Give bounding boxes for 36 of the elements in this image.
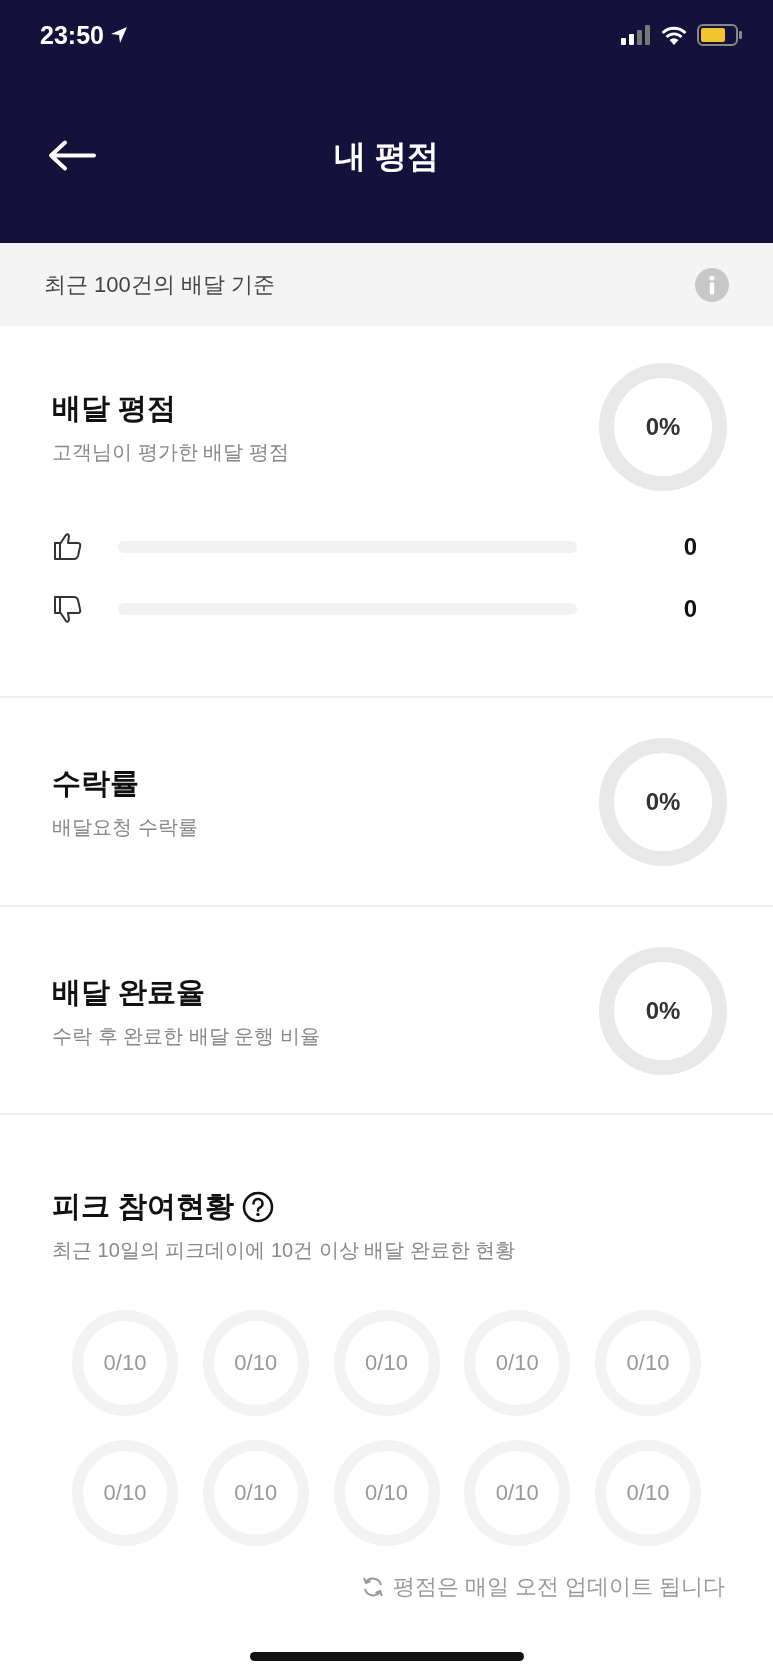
ring-value: 0% [645, 997, 681, 1025]
location-icon [109, 26, 128, 44]
thumbs-down-icon[interactable] [52, 593, 84, 625]
peak-count: 0/10 [626, 1480, 670, 1506]
page-title: 내 평점 [334, 136, 439, 176]
section-title: 피크 참여현황 [52, 1189, 235, 1224]
section-title: 배달 완료율 [52, 974, 207, 1010]
basis-text: 최근 100건의 배달 기준 [44, 270, 276, 299]
peak-count: 0/10 [626, 1350, 670, 1376]
section-subtitle: 고객님이 평가한 배달 평점 [52, 439, 289, 465]
thumbs-up-icon[interactable] [52, 531, 84, 563]
section-subtitle: 수락 후 완료한 배달 운행 비율 [52, 1023, 320, 1049]
wifi-icon [661, 25, 687, 45]
back-arrow-icon [48, 139, 96, 171]
peak-count: 0/10 [365, 1350, 408, 1376]
section-title: 배달 평점 [52, 390, 178, 426]
section-subtitle: 배달요청 수락률 [52, 814, 198, 840]
ring-value: 0% [645, 413, 681, 441]
section-title: 수락률 [52, 765, 140, 801]
vote-count: 0 [682, 595, 698, 623]
signal-icon [621, 25, 651, 45]
peak-count: 0/10 [103, 1350, 147, 1376]
ring-value: 0% [645, 788, 681, 816]
peak-count: 0/10 [234, 1350, 278, 1376]
status-time: 23:50 [40, 20, 104, 50]
battery-icon [697, 24, 743, 46]
section-subtitle: 최근 10일의 피크데이에 10건 이상 배달 완료한 현황 [52, 1238, 517, 1263]
peak-count: 0/10 [103, 1480, 147, 1506]
update-note: 평점은 매일 오전 업데이트 됩니다 [392, 1573, 725, 1601]
peak-count: 0/10 [234, 1480, 278, 1506]
help-icon[interactable] [242, 1191, 275, 1223]
refresh-icon [360, 1575, 385, 1599]
peak-count: 0/10 [365, 1480, 408, 1506]
peak-count: 0/10 [495, 1480, 539, 1506]
peak-count: 0/10 [495, 1350, 539, 1376]
vote-count: 0 [682, 533, 698, 561]
